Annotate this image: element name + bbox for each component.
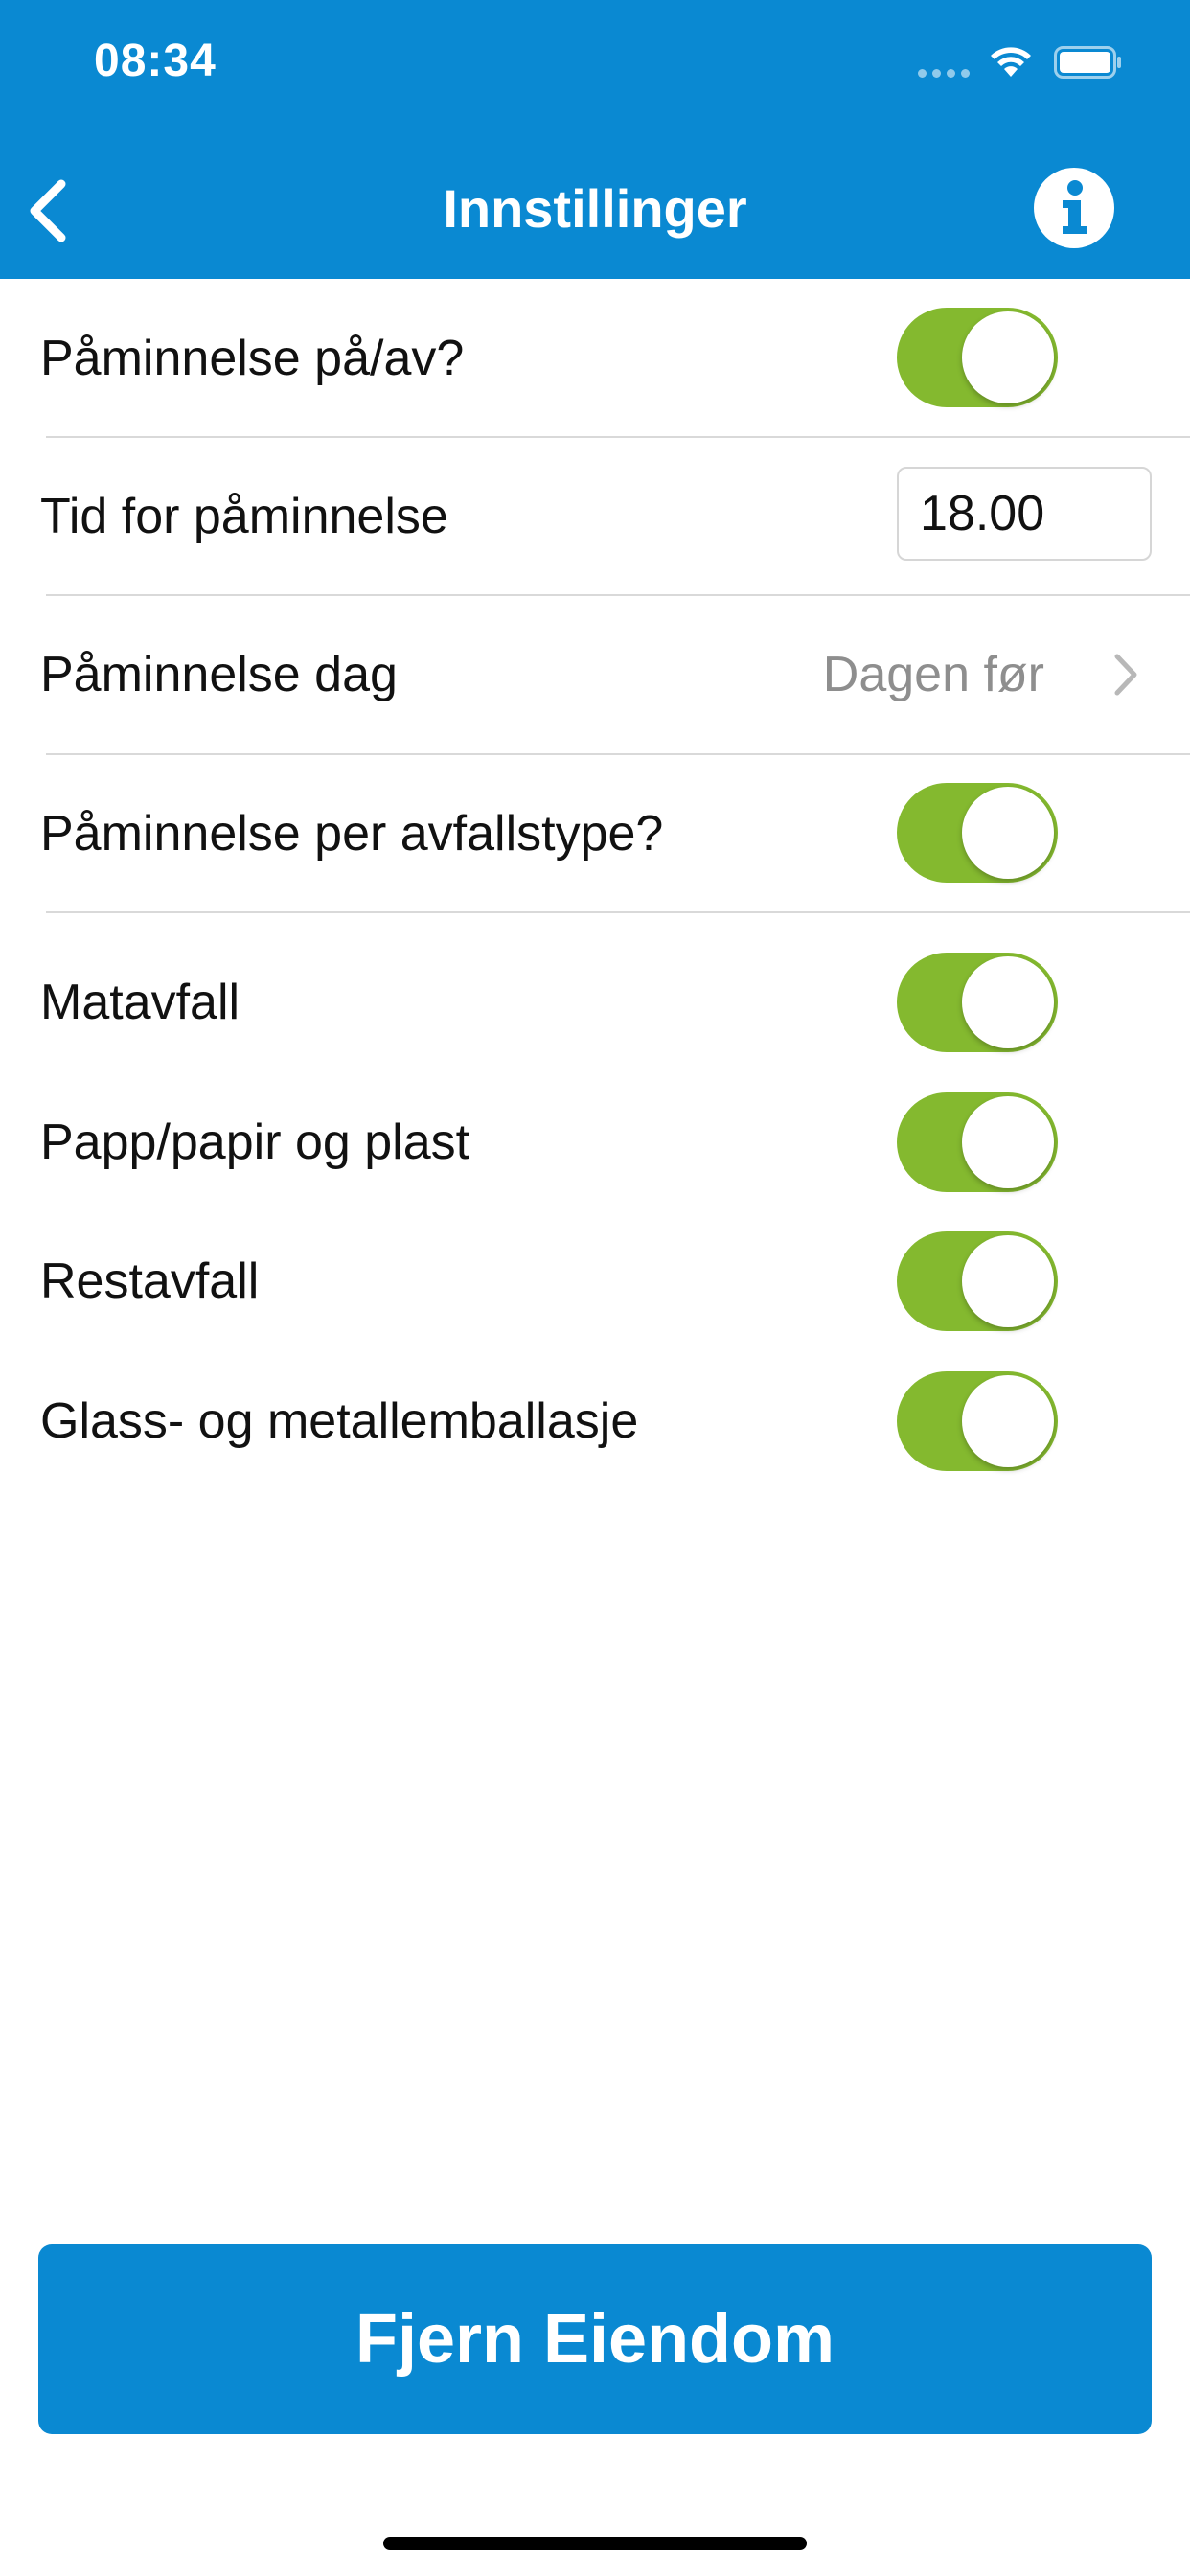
waste-type-label: Restavfall	[40, 1254, 260, 1309]
reminder-time-label: Tid for påminnelse	[40, 489, 448, 544]
battery-icon	[1054, 46, 1121, 79]
remove-property-button[interactable]: Fjern Eiendom	[38, 2244, 1152, 2434]
waste-type-label: Papp/papir og plast	[40, 1115, 470, 1170]
waste-type-toggle-switch[interactable]	[897, 1092, 1058, 1192]
row-reminder-day[interactable]: Påminnelse dag Dagen før	[0, 596, 1190, 753]
toggle-knob	[962, 311, 1054, 403]
home-indicator[interactable]	[383, 2537, 807, 2550]
row-waste-type: Matavfall	[0, 932, 1190, 1072]
row-reminder-toggle: Påminnelse på/av?	[0, 279, 1190, 437]
row-waste-type: Papp/papir og plast	[0, 1072, 1190, 1212]
reminder-toggle-switch[interactable]	[897, 308, 1058, 407]
row-reminder-time: Tid for påminnelse	[0, 438, 1190, 595]
signal-dots-icon	[918, 69, 970, 78]
toggle-knob	[962, 956, 1054, 1048]
row-waste-type: Glass- og metallemballasje	[0, 1351, 1190, 1491]
toggle-knob	[962, 1375, 1054, 1467]
toggle-knob	[962, 1235, 1054, 1327]
per-type-toggle-switch[interactable]	[897, 783, 1058, 883]
waste-type-toggle-switch[interactable]	[897, 1231, 1058, 1331]
per-type-toggle-label: Påminnelse per avfallstype?	[40, 806, 664, 862]
reminder-time-input[interactable]	[897, 467, 1152, 561]
toggle-knob	[962, 1096, 1054, 1188]
toggle-knob	[962, 787, 1054, 879]
reminder-day-label: Påminnelse dag	[40, 647, 398, 702]
page-title: Innstillinger	[443, 178, 747, 239]
settings-screen: 08:34 Innstillinger Påminnelse på/av? Ti…	[0, 0, 1190, 2576]
chevron-right-icon	[1114, 654, 1137, 696]
waste-type-toggle-switch[interactable]	[897, 1371, 1058, 1471]
divider	[46, 911, 1190, 913]
reminder-day-value: Dagen før	[822, 647, 1044, 702]
row-waste-type: Restavfall	[0, 1211, 1190, 1351]
wifi-icon	[991, 47, 1031, 77]
status-time: 08:34	[94, 35, 217, 86]
header-bar: 08:34 Innstillinger	[0, 0, 1190, 279]
info-icon[interactable]	[1033, 167, 1115, 249]
reminder-toggle-label: Påminnelse på/av?	[40, 330, 465, 386]
waste-type-label: Matavfall	[40, 975, 240, 1030]
waste-type-toggle-switch[interactable]	[897, 953, 1058, 1052]
row-per-type-toggle: Påminnelse per avfallstype?	[0, 755, 1190, 912]
waste-type-label: Glass- og metallemballasje	[40, 1393, 639, 1449]
